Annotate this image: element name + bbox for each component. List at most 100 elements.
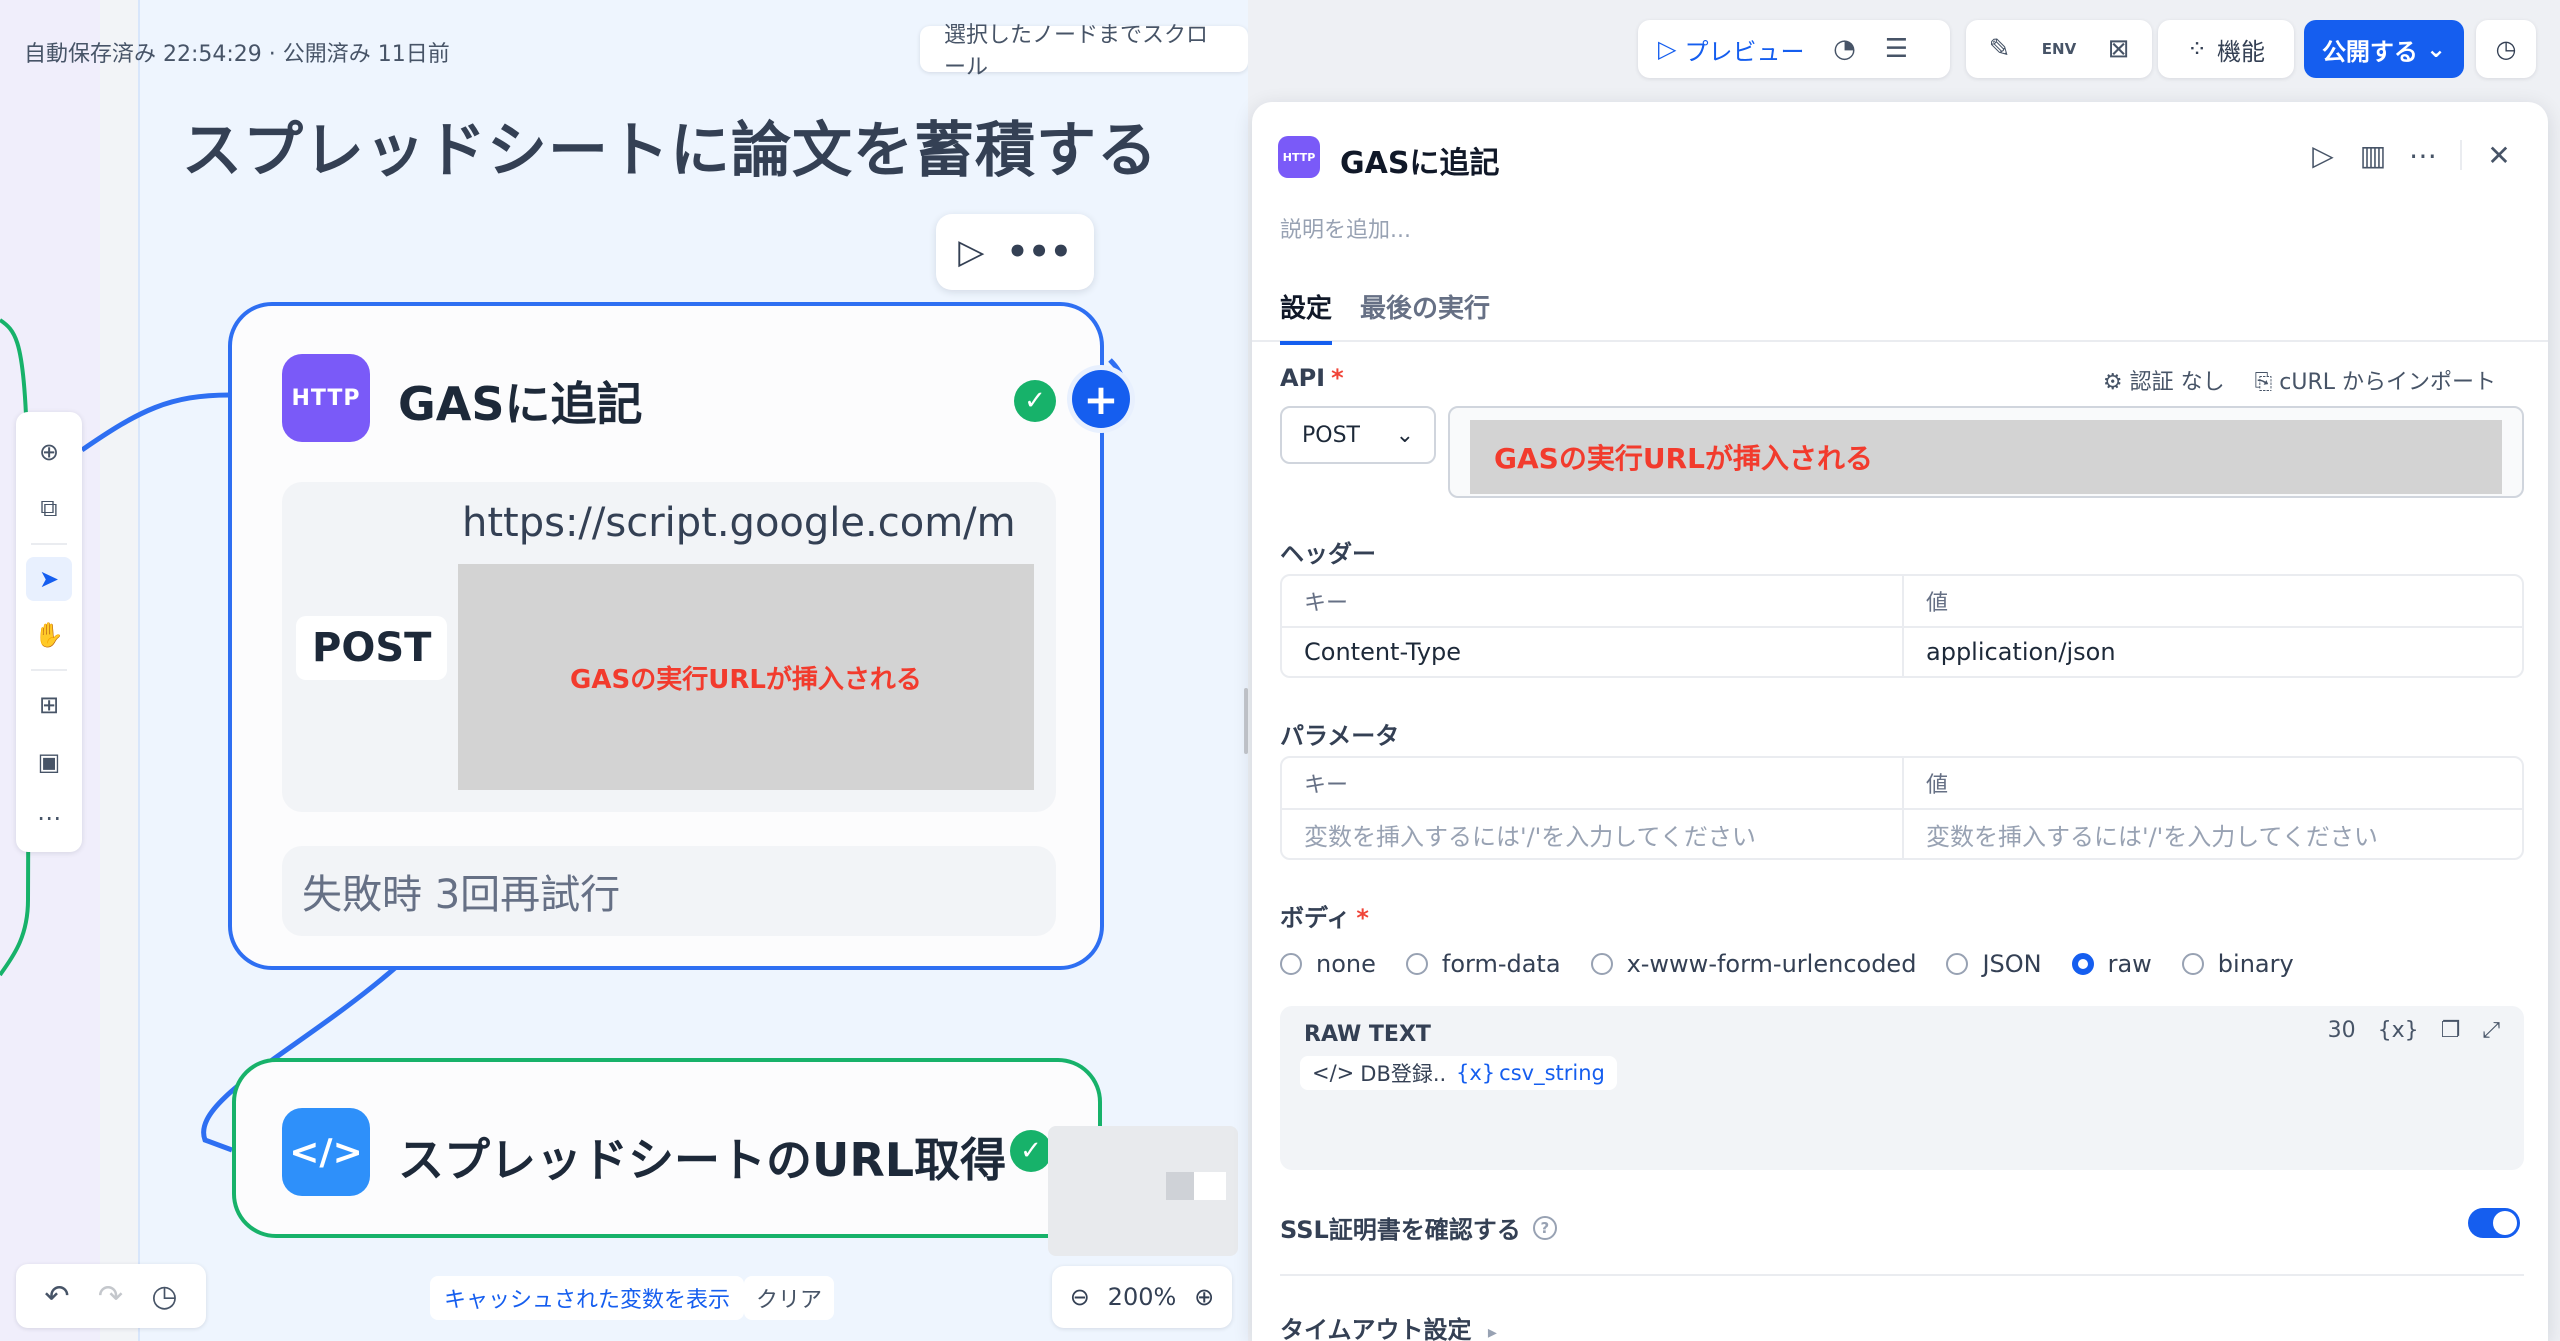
show-cached-variables-button[interactable]: キャッシュされた変数を表示 (430, 1276, 745, 1320)
body-type-none[interactable]: none (1280, 950, 1376, 978)
features-icon: ⁘ (2186, 35, 2208, 63)
scroll-to-selected-button[interactable]: 選択したノードまでスクロール (920, 23, 1248, 80)
help-icon[interactable]: ? (1532, 1215, 1557, 1240)
param-key-input[interactable]: 変数を挿入するには'/'を入力してください (1282, 810, 1902, 858)
gear-icon: ⚙ (2102, 370, 2123, 395)
zoom-level[interactable]: 200% (1108, 1283, 1177, 1311)
header-value-input[interactable]: application/json (1902, 628, 2522, 676)
add-node-icon[interactable]: ⊕ (26, 430, 72, 474)
timeout-settings-toggle[interactable]: タイムアウト設定 ▸ (1280, 1310, 1497, 1341)
docs-book-icon[interactable]: ▥ (2348, 130, 2398, 180)
preview-button[interactable]: ▷ プレビュー (1658, 32, 1804, 67)
panel-title[interactable]: GASに追記 (1340, 138, 1499, 182)
table-row: 変数を挿入するには'/'を入力してください 変数を挿入するには'/'を入力してく… (1282, 808, 2522, 858)
history-icon: ◷ (2495, 35, 2517, 63)
url-input[interactable]: GASの実行URLが挿入される (1448, 406, 2524, 498)
minimap[interactable] (1048, 1126, 1238, 1256)
toolbar-divider (31, 669, 67, 672)
zoom-out-icon[interactable]: ⊖ (1070, 1283, 1090, 1311)
table-row: Content-Type application/json (1282, 626, 2522, 676)
add-note-icon[interactable]: ⧉ (26, 486, 72, 530)
variable-name-chip[interactable]: {x} csv_string (1444, 1056, 1617, 1090)
method-select[interactable]: POST ⌄ (1280, 406, 1436, 464)
copy-icon[interactable]: ❐ (2441, 1018, 2461, 1043)
param-value-input[interactable]: 変数を挿入するには'/'を入力してください (1902, 810, 2522, 858)
api-label: API * (1280, 364, 1344, 392)
section-divider (1280, 1274, 2524, 1276)
http-node-icon: HTTP (282, 354, 370, 442)
chevron-right-icon: ▸ (1487, 1322, 1497, 1341)
clear-cache-button[interactable]: クリア (744, 1276, 835, 1320)
chevron-down-icon: ⌄ (2425, 35, 2447, 63)
zoom-controls: ⊖ 200% ⊕ (1052, 1266, 1232, 1328)
play-icon: ▷ (1658, 35, 1677, 63)
curl-import-button[interactable]: ⎘ cURL からインポート (2255, 364, 2496, 396)
expand-icon[interactable]: ⤢ (2482, 1018, 2500, 1043)
minimap-viewport (1194, 1172, 1226, 1200)
body-type-urlencoded[interactable]: x-www-form-urlencoded (1590, 950, 1916, 978)
hand-mode-icon[interactable]: ✋ (26, 613, 72, 657)
add-next-node-button[interactable]: + (1072, 370, 1130, 428)
ssl-verify-toggle[interactable] (2468, 1208, 2520, 1238)
radio-dot-selected (2071, 953, 2094, 975)
conversation-vars-icon[interactable]: ✎ (1974, 23, 2026, 75)
pointer-mode-icon[interactable]: ➤ (26, 556, 72, 601)
body-type-raw[interactable]: raw (2071, 950, 2152, 978)
char-count: 30 (2327, 1018, 2356, 1043)
code-icon: </> (1312, 1061, 1355, 1085)
body-type-json[interactable]: JSON (1946, 950, 2042, 978)
table-header-row: キー 値 (1282, 758, 2522, 808)
minimap-toggle-icon[interactable]: ▣ (26, 739, 72, 783)
radio-dot (2181, 953, 2204, 975)
value-column-header: 値 (1902, 576, 2522, 626)
tab-settings[interactable]: 設定 (1280, 288, 1333, 345)
run-step-icon[interactable]: ▷ (2298, 130, 2348, 180)
body-type-binary[interactable]: binary (2181, 950, 2294, 978)
global-vars-icon[interactable]: ⊠ (2093, 23, 2145, 75)
node-run-controls: ▷ ••• (936, 214, 1094, 290)
body-type-form-data[interactable]: form-data (1405, 950, 1561, 978)
redo-icon[interactable]: ↷ (98, 1279, 123, 1314)
node-more-icon[interactable]: ••• (1007, 232, 1072, 272)
run-history-icon[interactable]: ◔ (1818, 23, 1870, 75)
features-label: 機能 (2217, 37, 2266, 66)
zoom-in-icon[interactable]: ⊕ (1194, 1283, 1214, 1311)
features-button[interactable]: ⁘ 機能 (2158, 20, 2294, 78)
http-node-title: GASに追記 (398, 377, 643, 431)
close-icon[interactable]: ✕ (2474, 130, 2524, 180)
history-controls: ↶ ↷ ◷ (16, 1264, 206, 1328)
description-input[interactable]: 説明を追加... (1280, 212, 1411, 244)
ssl-verify-label: SSL証明書を確認する ? (1280, 1210, 1557, 1245)
auth-button[interactable]: ⚙ 認証 なし (2103, 364, 2225, 396)
panel-tabs: 設定 最後の実行 (1252, 272, 2548, 345)
workflow-canvas[interactable]: 自動保存済み 22:54:29 · 公開済み 11日前 選択したノードまでスクロ… (0, 0, 1248, 1341)
checklist-icon[interactable]: ☰ (1870, 23, 1922, 75)
publish-label: 公開する (2321, 37, 2418, 66)
more-icon[interactable]: ⋯ (2398, 130, 2448, 180)
import-icon: ⎘ (2254, 370, 2273, 395)
key-column-header: キー (1304, 773, 1349, 798)
http-node-card[interactable]: HTTP GASに追記 ✓ + https://script.google.co… (228, 302, 1130, 970)
more-icon[interactable]: ⋯ (26, 796, 72, 840)
organize-blocks-icon[interactable]: ⊞ (26, 683, 72, 727)
api-options: ⚙ 認証 なし ⎘ cURL からインポート (2103, 364, 2496, 396)
radio-dot (1280, 953, 1302, 975)
header-key-input[interactable]: Content-Type (1282, 628, 1902, 676)
variable-source-chip[interactable]: </> DB登録... (1300, 1056, 1465, 1090)
env-vars-icon[interactable]: ENV (2033, 23, 2085, 75)
tab-last-run[interactable]: 最後の実行 (1360, 288, 1490, 341)
version-history-button[interactable]: ◷ (2476, 20, 2536, 78)
code-node-card[interactable]: </> スプレッドシートのURL取得 ✓ (232, 1058, 1102, 1238)
url-redaction-note: GASの実行URLが挿入される (458, 564, 1034, 790)
insert-variable-icon[interactable]: {x} (2378, 1018, 2419, 1043)
undo-icon[interactable]: ↶ (44, 1279, 69, 1314)
headers-table: キー 値 Content-Type application/json (1280, 574, 2524, 678)
auth-label: 認証 なし (2129, 370, 2225, 395)
history-icon[interactable]: ◷ (151, 1279, 177, 1314)
publish-button[interactable]: 公開する ⌄ (2304, 20, 2464, 78)
minimap-node (1166, 1172, 1194, 1200)
radio-label: JSON (1982, 950, 2042, 978)
panel-resize-handle[interactable] (1244, 688, 1248, 754)
raw-body-editor[interactable]: RAW TEXT 30 {x} ❐ ⤢ </> DB登録... {x} csv_… (1280, 1006, 2524, 1170)
run-node-icon[interactable]: ▷ (958, 232, 984, 272)
